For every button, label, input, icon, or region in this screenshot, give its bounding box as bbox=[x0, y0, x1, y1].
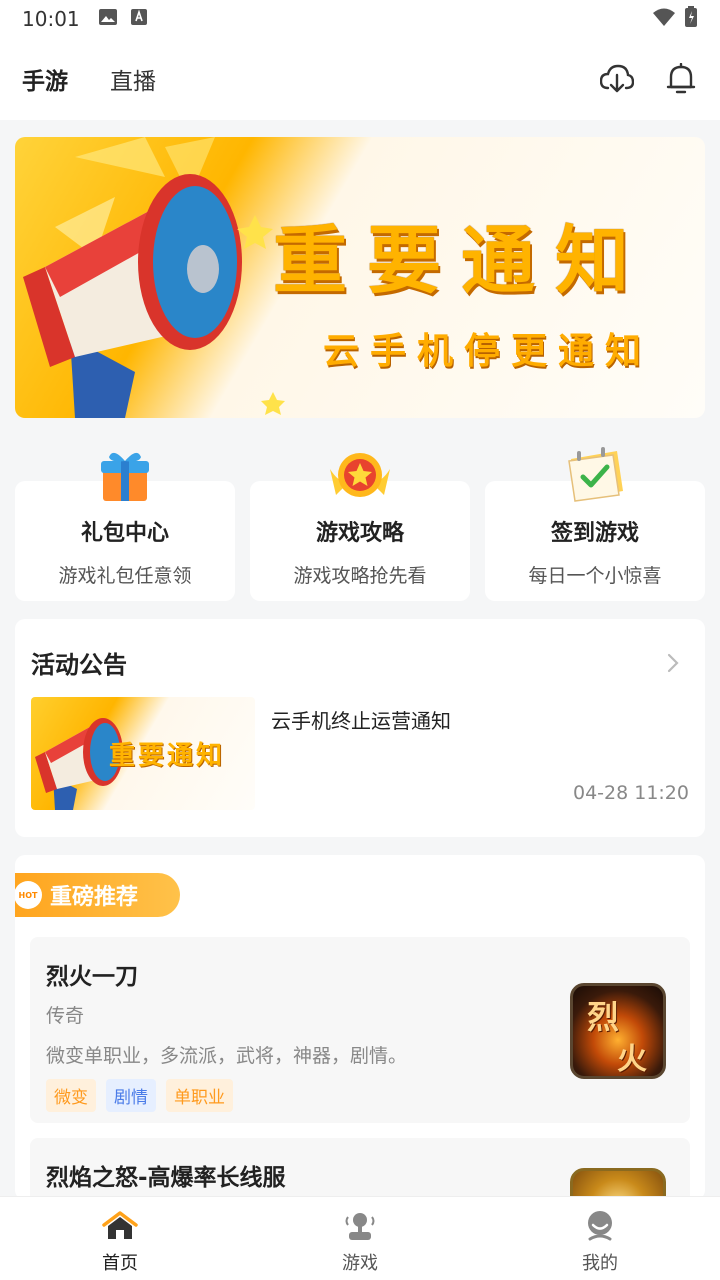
calendar-check-icon bbox=[561, 445, 629, 505]
checkin-card[interactable]: 签到游戏 每日一个小惊喜 bbox=[485, 447, 705, 601]
thumbnail-text: 重要通知 bbox=[109, 741, 226, 771]
gift-icon bbox=[91, 445, 159, 505]
gift-center-card[interactable]: 礼包中心 游戏礼包任意领 bbox=[15, 452, 235, 601]
hot-icon: HOT bbox=[15, 881, 42, 909]
status-bar: 10:01 bbox=[0, 0, 720, 38]
download-icon[interactable] bbox=[600, 62, 634, 96]
joystick-icon bbox=[342, 1211, 378, 1245]
feature-title: 游戏攻略 bbox=[315, 521, 404, 546]
game-name: 烈火一刀 bbox=[46, 964, 138, 990]
nav-home[interactable]: 首页 bbox=[0, 1197, 240, 1280]
feature-title: 礼包中心 bbox=[80, 521, 169, 546]
section-title: 活动公告 bbox=[31, 651, 127, 679]
bottom-navigation: 首页 游戏 我的 bbox=[0, 1196, 720, 1280]
game-guide-card[interactable]: 游戏攻略 游戏攻略抢先看 bbox=[250, 453, 470, 601]
game-tag: 单职业 bbox=[166, 1079, 233, 1112]
game-description: 微变单职业，多流派，武将，神器，剧情。 bbox=[46, 1045, 408, 1067]
game-genre: 传奇 bbox=[46, 1005, 85, 1027]
nav-games[interactable]: 游戏 bbox=[240, 1197, 480, 1280]
tab-mobile-games[interactable]: 手游 bbox=[22, 62, 68, 96]
star-medal-icon bbox=[326, 445, 394, 505]
game-tags: 微变 剧情 单职业 bbox=[46, 1079, 233, 1112]
profile-icon bbox=[582, 1211, 618, 1245]
nav-label: 游戏 bbox=[342, 1253, 378, 1274]
home-icon bbox=[102, 1211, 138, 1245]
status-time: 10:01 bbox=[22, 7, 80, 31]
game-card[interactable]: 烈焰之怒-高爆率长线服 bbox=[30, 1138, 690, 1200]
game-card[interactable]: 烈火一刀 传奇 微变单职业，多流派，武将，神器，剧情。 微变 剧情 单职业 烈 … bbox=[30, 937, 690, 1123]
notice-banner[interactable]: 重要通知 云手机停更通知 bbox=[15, 137, 705, 418]
feature-title: 签到游戏 bbox=[550, 521, 639, 546]
image-notification-icon bbox=[98, 8, 118, 30]
top-header: 手游 直播 bbox=[0, 38, 720, 120]
feature-cards: 礼包中心 游戏礼包任意领 游戏攻略 游戏攻略抢先看 签到游戏 每日一个小惊喜 bbox=[15, 445, 705, 601]
nav-label: 我的 bbox=[582, 1253, 618, 1274]
wifi-icon bbox=[652, 7, 676, 31]
announcement-thumbnail[interactable]: 重要通知 bbox=[31, 697, 255, 810]
tab-live[interactable]: 直播 bbox=[110, 62, 156, 96]
feature-desc: 游戏攻略抢先看 bbox=[293, 565, 427, 587]
banner-headline: 重要通知 bbox=[273, 218, 649, 304]
feature-desc: 游戏礼包任意领 bbox=[58, 565, 192, 587]
recommend-section: HOT 重磅推荐 烈火一刀 传奇 微变单职业，多流派，武将，神器，剧情。 微变 … bbox=[15, 855, 705, 1200]
recommend-badge: HOT 重磅推荐 bbox=[15, 873, 180, 917]
bell-icon[interactable] bbox=[664, 62, 698, 96]
recommend-label: 重磅推荐 bbox=[50, 885, 139, 910]
app-notification-icon bbox=[130, 8, 148, 30]
nav-profile[interactable]: 我的 bbox=[480, 1197, 720, 1280]
game-icon-text: 火 bbox=[617, 1042, 647, 1077]
game-tag: 剧情 bbox=[106, 1079, 156, 1112]
banner-subline: 云手机停更通知 bbox=[323, 330, 653, 372]
announcement-time: 04-28 11:20 bbox=[572, 782, 689, 804]
feature-desc: 每日一个小惊喜 bbox=[528, 565, 662, 587]
announcement-section: 活动公告 重要通知 云手机终止运营通知 04-28 11:20 bbox=[15, 619, 705, 837]
chevron-right-icon[interactable] bbox=[667, 653, 679, 677]
game-name: 烈焰之怒-高爆率长线服 bbox=[46, 1165, 286, 1191]
game-tag: 微变 bbox=[46, 1079, 96, 1112]
announcement-item-title[interactable]: 云手机终止运营通知 bbox=[271, 705, 451, 734]
game-icon[interactable]: 烈 火 bbox=[570, 983, 666, 1079]
battery-icon bbox=[684, 6, 698, 32]
game-icon-text: 烈 bbox=[587, 998, 620, 1036]
nav-label: 首页 bbox=[102, 1253, 138, 1274]
